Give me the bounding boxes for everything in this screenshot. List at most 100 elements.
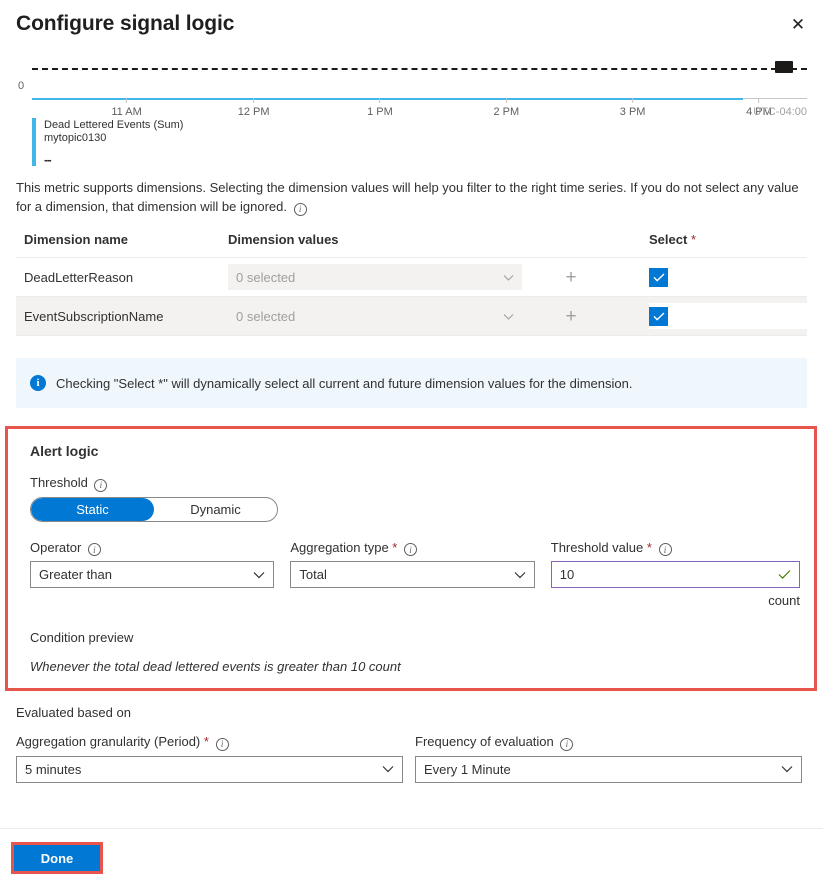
threshold-label-text: Threshold <box>30 475 88 490</box>
info-icon[interactable]: i <box>94 478 108 492</box>
info-icon[interactable]: i <box>215 737 229 751</box>
threshold-type-toggle[interactable]: Static Dynamic <box>30 496 278 522</box>
legend-resource-name: mytopic0130 <box>44 132 107 144</box>
evaluation-fields-row: Aggregation granularity (Period) * i 5 m… <box>16 734 807 783</box>
x-tick-2pm: 2 PM <box>493 98 519 118</box>
frequency-of-evaluation-label: Frequency of evaluation i <box>415 734 802 751</box>
chevron-down-icon <box>503 270 514 285</box>
evaluated-based-on-title: Evaluated based on <box>16 705 131 720</box>
x-tick-12pm: 12 PM <box>238 98 270 118</box>
aggregation-granularity-label: Aggregation granularity (Period) * i <box>16 734 403 751</box>
panel-content: This metric supports dimensions. Selecti… <box>0 178 823 783</box>
threshold-value-input-wrapper[interactable]: 10 <box>550 561 801 588</box>
chevron-down-icon <box>382 762 394 777</box>
aggregation-granularity-dropdown[interactable]: 5 minutes <box>16 755 403 783</box>
chevron-down-icon <box>781 762 793 777</box>
dimensions-description: This metric supports dimensions. Selecti… <box>16 178 806 216</box>
select-all-checkbox-deadletterreason[interactable] <box>649 267 668 287</box>
table-row: DeadLetterReason 0 selected + <box>16 257 807 297</box>
required-marker: * <box>646 539 652 555</box>
info-icon[interactable]: i <box>560 737 574 751</box>
aggregation-granularity-field: Aggregation granularity (Period) * i 5 m… <box>16 734 403 783</box>
info-icon[interactable]: i <box>87 543 101 556</box>
aggregation-granularity-value: 5 minutes <box>25 761 82 777</box>
done-button-highlight: Done <box>11 842 103 874</box>
dimension-values-selected-text: 0 selected <box>236 308 296 324</box>
x-tick-11am: 11 AM <box>111 98 142 118</box>
dimension-values-selected-text: 0 selected <box>236 269 296 285</box>
chart-legend: Dead Lettered Events (Sum) mytopic0130 -… <box>32 118 183 166</box>
legend-metric-name: Dead Lettered Events (Sum) <box>44 119 184 131</box>
select-focus-highlight <box>649 303 809 329</box>
alert-logic-section: Alert logic Threshold i Static Dynamic O… <box>5 426 817 691</box>
dimension-values-cell: 0 selected <box>228 257 558 297</box>
threshold-option-static[interactable]: Static <box>31 497 154 521</box>
table-header-row: Dimension name Dimension values Select * <box>16 232 807 258</box>
dimension-name-eventsubscriptionname: EventSubscriptionName <box>16 296 228 336</box>
chevron-down-icon <box>253 567 265 582</box>
frequency-of-evaluation-field: Frequency of evaluation i Every 1 Minute <box>415 734 802 783</box>
condition-preview-label: Condition preview <box>30 630 134 645</box>
required-marker: * <box>690 232 696 247</box>
required-marker: * <box>203 734 209 749</box>
column-header-dimension-name: Dimension name <box>16 232 228 258</box>
required-marker: * <box>392 539 398 555</box>
chevron-down-icon <box>503 309 514 324</box>
panel-header: Configure signal logic ✕ <box>0 0 823 46</box>
info-banner: i Checking "Select *" will dynamically s… <box>16 358 807 408</box>
aggregation-granularity-label-text: Aggregation granularity (Period) <box>16 734 201 749</box>
table-row: EventSubscriptionName 0 selected + <box>16 296 809 336</box>
aggregation-type-dropdown[interactable]: Total <box>290 561 535 588</box>
x-tick-3pm: 3 PM <box>620 98 645 118</box>
aggregation-type-field: Aggregation type * i Total <box>290 539 535 609</box>
column-header-select: Select * <box>603 232 807 258</box>
condition-preview-text: Whenever the total dead lettered events … <box>30 659 401 674</box>
threshold-value-label-text: Threshold value <box>550 539 644 555</box>
threshold-value-input[interactable]: 10 <box>560 567 574 582</box>
dimension-values-cell: 0 selected <box>228 296 558 336</box>
legend-color-swatch <box>32 118 36 166</box>
alert-condition-row: Operator i Greater than Aggregation type… <box>30 539 801 609</box>
operator-label: Operator i <box>30 539 274 556</box>
frequency-of-evaluation-dropdown[interactable]: Every 1 Minute <box>415 755 802 783</box>
add-dimension-value-button[interactable]: + <box>558 303 584 329</box>
frequency-of-evaluation-value: Every 1 Minute <box>424 761 511 777</box>
add-dimension-value-button[interactable]: + <box>558 264 584 290</box>
operator-field: Operator i Greater than <box>30 539 275 609</box>
threshold-option-dynamic[interactable]: Dynamic <box>154 498 277 521</box>
footer-divider <box>0 828 823 829</box>
dimension-name-deadletterreason: DeadLetterReason <box>16 257 228 297</box>
threshold-value-label: Threshold value * i <box>550 539 800 556</box>
add-dimension-cell: + <box>558 257 603 297</box>
threshold-line <box>32 68 807 70</box>
aggregation-type-label-text: Aggregation type <box>290 539 389 555</box>
chevron-down-icon <box>514 567 526 582</box>
y-axis-zero-label: 0 <box>18 80 25 92</box>
info-icon[interactable]: i <box>293 203 307 216</box>
column-header-select-label: Select <box>649 232 688 247</box>
aggregation-type-label: Aggregation type * i <box>290 539 534 556</box>
dimension-values-dropdown-eventsubscriptionname[interactable]: 0 selected <box>228 303 522 329</box>
dimension-values-dropdown-deadletterreason[interactable]: 0 selected <box>228 264 522 290</box>
dimensions-description-text: This metric supports dimensions. Selecti… <box>16 180 799 214</box>
operator-label-text: Operator <box>30 539 82 555</box>
select-all-checkbox-eventsubscriptionname[interactable] <box>649 306 668 326</box>
close-icon[interactable]: ✕ <box>783 9 813 39</box>
add-dimension-cell: + <box>558 296 603 336</box>
evaluated-based-on-section: Evaluated based on Aggregation granulari… <box>16 705 807 783</box>
info-icon: i <box>30 375 46 391</box>
legend-metric-value: -- <box>44 152 52 167</box>
done-button[interactable]: Done <box>14 845 100 871</box>
valid-check-icon <box>778 567 791 582</box>
info-icon[interactable]: i <box>658 543 672 556</box>
info-icon[interactable]: i <box>403 543 417 556</box>
dimensions-table: Dimension name Dimension values Select *… <box>16 232 809 336</box>
operator-value: Greater than <box>39 567 112 582</box>
threshold-label: Threshold i <box>30 475 800 492</box>
threshold-marker-icon <box>775 61 793 73</box>
metric-chart: 0 11 AM 12 PM 1 PM 2 PM 3 PM 4 PM UTC-04… <box>0 52 823 172</box>
threshold-unit-label: count <box>768 593 801 608</box>
operator-dropdown[interactable]: Greater than <box>30 561 275 588</box>
page-title: Configure signal logic <box>16 12 235 35</box>
info-banner-text: Checking "Select *" will dynamically sel… <box>56 375 633 391</box>
